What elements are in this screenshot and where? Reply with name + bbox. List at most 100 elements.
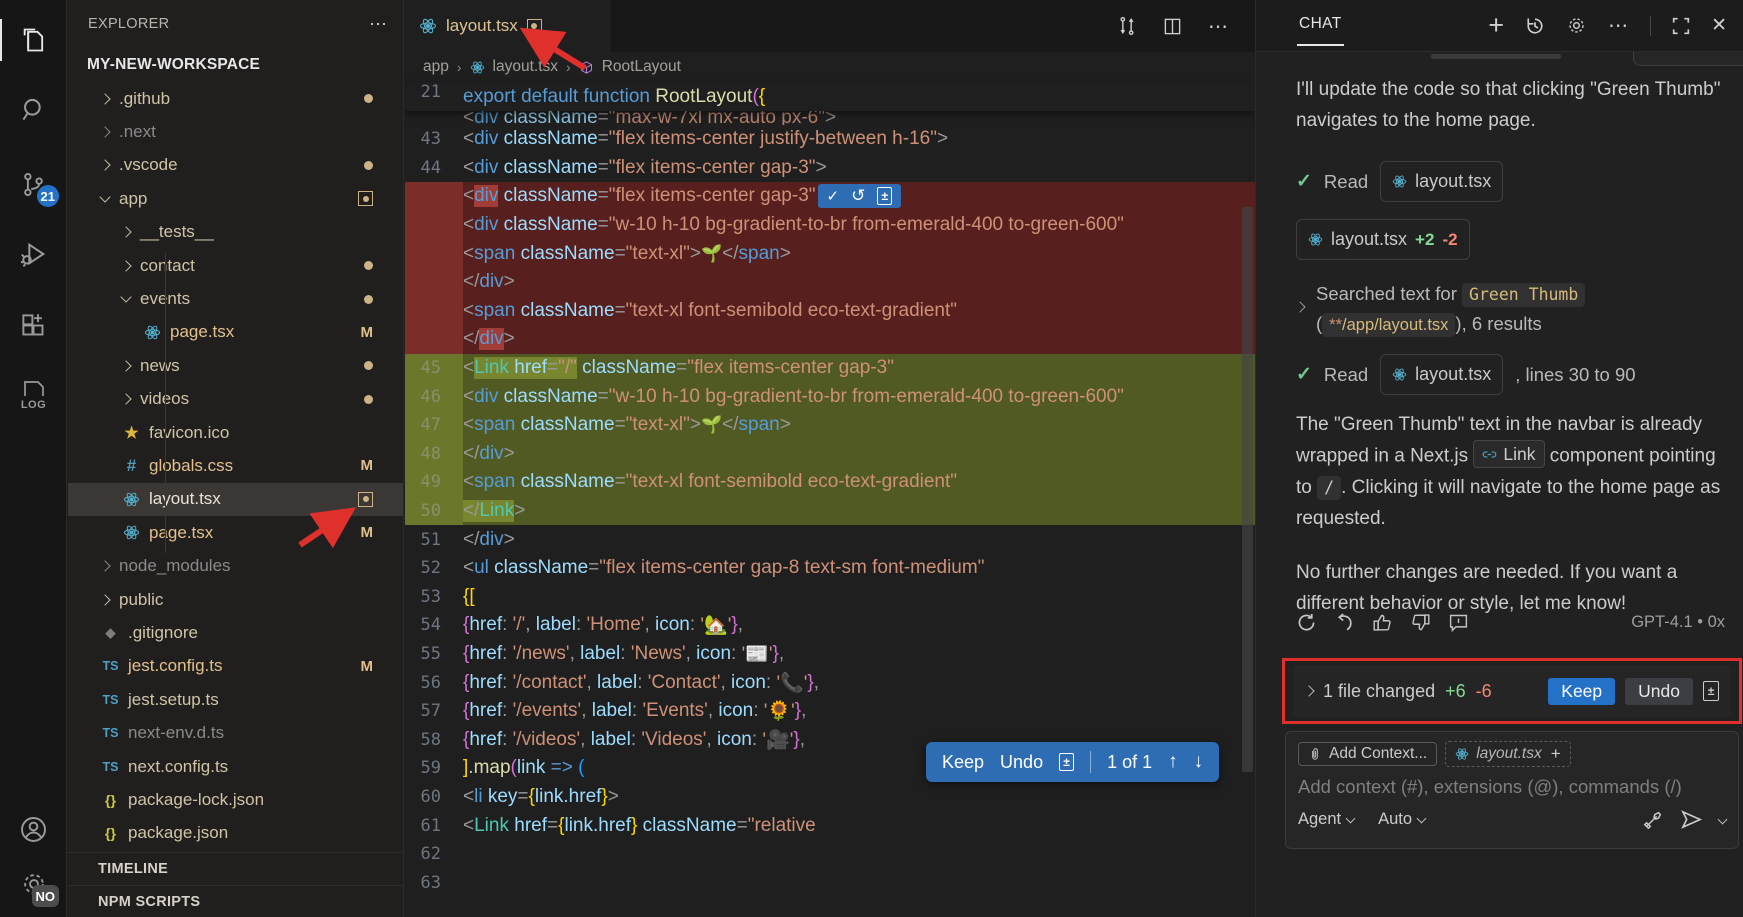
send-options-chevron[interactable]: [1718, 815, 1728, 825]
source-control-icon[interactable]: 21: [0, 155, 67, 213]
regenerate-icon[interactable]: [1296, 612, 1317, 633]
file-pill-layout-tsx[interactable]: layout.tsx: [1380, 161, 1503, 202]
add-context-button[interactable]: Add Context...: [1298, 742, 1437, 766]
chat-tab[interactable]: CHAT: [1299, 15, 1342, 37]
code-line-44: 44 <div className="flex items-center gap…: [405, 154, 1255, 183]
tree-item-jest-config-ts[interactable]: TSjest.config.tsM: [68, 650, 403, 683]
tree-item-contact[interactable]: contact: [68, 249, 403, 282]
diff-file-icon[interactable]: ±: [1059, 753, 1074, 771]
tool-step-search[interactable]: Searched text for Green Thumb (**/app/la…: [1296, 279, 1725, 339]
chevron-right-icon[interactable]: [1303, 685, 1314, 696]
tree-item-label: globals.css: [149, 456, 233, 476]
code-line-45: 45 <Link href="/" className="flex items-…: [405, 354, 1255, 383]
json-braces-icon: {}: [101, 790, 120, 809]
inline-diff-actions[interactable]: ✓↺±: [818, 184, 902, 208]
tree-item-public[interactable]: public: [68, 583, 403, 616]
check-icon: ✓: [1296, 166, 1312, 197]
tree-item-next-config-ts[interactable]: TSnext.config.ts: [68, 750, 403, 783]
next-change-icon[interactable]: ↓: [1194, 751, 1204, 773]
changed-file-pill[interactable]: layout.tsx +2 -2: [1296, 219, 1470, 260]
chat-history-icon[interactable]: [1525, 16, 1545, 36]
code-line: <div className="w-10 h-10 bg-gradient-to…: [405, 211, 1255, 240]
undo-change-button[interactable]: Undo: [1000, 752, 1043, 773]
configure-tools-icon[interactable]: [1642, 809, 1664, 831]
thumbs-up-icon[interactable]: [1372, 612, 1393, 633]
log-output-icon[interactable]: LOG: [0, 366, 67, 424]
report-issue-icon[interactable]: [1448, 612, 1469, 633]
tree-item--tests-[interactable]: __tests__: [68, 216, 403, 249]
prev-change-icon[interactable]: ↑: [1168, 751, 1178, 773]
search-icon[interactable]: [0, 80, 67, 138]
run-debug-icon[interactable]: [0, 225, 67, 283]
tree-item-page-tsx[interactable]: page.tsxM: [68, 516, 403, 549]
changed-file-pill-row: layout.tsx +2 -2: [1296, 219, 1725, 260]
timeline-section[interactable]: TIMELINE: [68, 852, 403, 885]
extensions-icon[interactable]: [0, 296, 67, 354]
tab-modified-indicator[interactable]: [527, 19, 542, 34]
tree-item-jest-setup-ts[interactable]: TSjest.setup.ts: [68, 683, 403, 716]
tree-item-node-modules[interactable]: node_modules: [68, 549, 403, 582]
editor-more-icon[interactable]: ⋯: [1208, 14, 1229, 39]
tree-item-package-json[interactable]: {}package.json: [68, 817, 403, 850]
tree-item--gitignore[interactable]: ◆.gitignore: [68, 616, 403, 649]
tree-item--vscode[interactable]: .vscode: [68, 149, 403, 182]
tree-item-videos[interactable]: videos: [68, 383, 403, 416]
tree-item-events[interactable]: events: [68, 282, 403, 315]
tree-item-app[interactable]: app: [68, 182, 403, 215]
tree-item-favicon-ico[interactable]: ★favicon.ico: [68, 416, 403, 449]
chat-input-box[interactable]: Add Context... layout.tsx + Add context …: [1285, 731, 1739, 849]
react-icon: [470, 60, 485, 75]
chat-more-icon[interactable]: ⋯: [1608, 13, 1629, 38]
thumbs-down-icon[interactable]: [1410, 612, 1431, 633]
explorer-more-icon[interactable]: ⋯: [369, 14, 389, 35]
view-diff-icon[interactable]: ±: [1703, 681, 1719, 701]
tree-item-label: .github: [119, 89, 170, 109]
tree-item--github[interactable]: .github: [68, 82, 403, 115]
maximize-panel-icon[interactable]: [1672, 17, 1690, 35]
chevron-right-icon: [120, 360, 131, 371]
undo-request-icon[interactable]: [1334, 612, 1355, 633]
keep-change-button[interactable]: Keep: [942, 752, 984, 773]
explorer-icon[interactable]: [0, 11, 67, 69]
sticky-scroll-line[interactable]: 21export default function RootLayout({: [405, 82, 1255, 111]
chat-input-placeholder[interactable]: Add context (#), extensions (@), command…: [1298, 776, 1726, 798]
link-component-chip[interactable]: Link: [1473, 440, 1544, 468]
tree-item--next[interactable]: .next: [68, 115, 403, 148]
open-changes-icon[interactable]: [1117, 16, 1137, 36]
split-editor-icon[interactable]: [1163, 17, 1182, 36]
chevron-right-icon: [99, 126, 110, 137]
workspace-name: MY-NEW-WORKSPACE: [87, 56, 260, 74]
tree-item-news[interactable]: news: [68, 349, 403, 382]
tree-item-layout-tsx[interactable]: layout.tsx: [68, 483, 403, 516]
new-chat-icon[interactable]: +: [1488, 10, 1504, 41]
tool-step-read-1: ✓ Read layout.tsx: [1296, 161, 1725, 202]
assistant-message: I'll update the code so that clicking "G…: [1296, 74, 1725, 136]
typescript-icon: TS: [101, 657, 120, 676]
tree-item-globals-css[interactable]: #globals.cssM: [68, 449, 403, 482]
tree-item-page-tsx[interactable]: page.tsxM: [68, 316, 403, 349]
react-icon: [1392, 367, 1407, 382]
undo-all-button[interactable]: Undo: [1625, 678, 1693, 705]
git-modified-badge: M: [361, 457, 374, 474]
editor-scrollbar[interactable]: [1242, 207, 1253, 772]
model-dropdown[interactable]: Auto: [1378, 810, 1425, 829]
file-pill-layout-tsx[interactable]: layout.tsx: [1380, 354, 1503, 395]
typescript-icon: TS: [101, 690, 120, 709]
attached-file-pill[interactable]: layout.tsx +: [1445, 741, 1570, 767]
settings-gear-icon[interactable]: NO: [0, 855, 67, 913]
code-area[interactable]: <div className="max-w-7xl mx-auto px-6">…: [405, 111, 1255, 917]
scrolled-content-fragment: [1431, 54, 1561, 59]
keep-all-button[interactable]: Keep: [1548, 678, 1615, 705]
chat-settings-gear-icon[interactable]: [1566, 15, 1587, 36]
send-icon[interactable]: [1680, 808, 1703, 831]
npm-scripts-section[interactable]: NPM SCRIPTS: [68, 885, 403, 917]
workspace-root[interactable]: MY-NEW-WORKSPACE: [68, 48, 403, 82]
account-icon[interactable]: [0, 800, 67, 858]
tree-item-package-lock-json[interactable]: {}package-lock.json: [68, 783, 403, 816]
close-panel-icon[interactable]: ✕: [1711, 14, 1727, 37]
code-line: </div>: [405, 325, 1255, 354]
tab-layout-tsx[interactable]: layout.tsx: [405, 0, 610, 52]
breadcrumb[interactable]: app› layout.tsx› RootLayout: [405, 52, 1255, 82]
agent-mode-dropdown[interactable]: Agent: [1298, 810, 1354, 829]
tree-item-next-env-d-ts[interactable]: TSnext-env.d.ts: [68, 716, 403, 749]
